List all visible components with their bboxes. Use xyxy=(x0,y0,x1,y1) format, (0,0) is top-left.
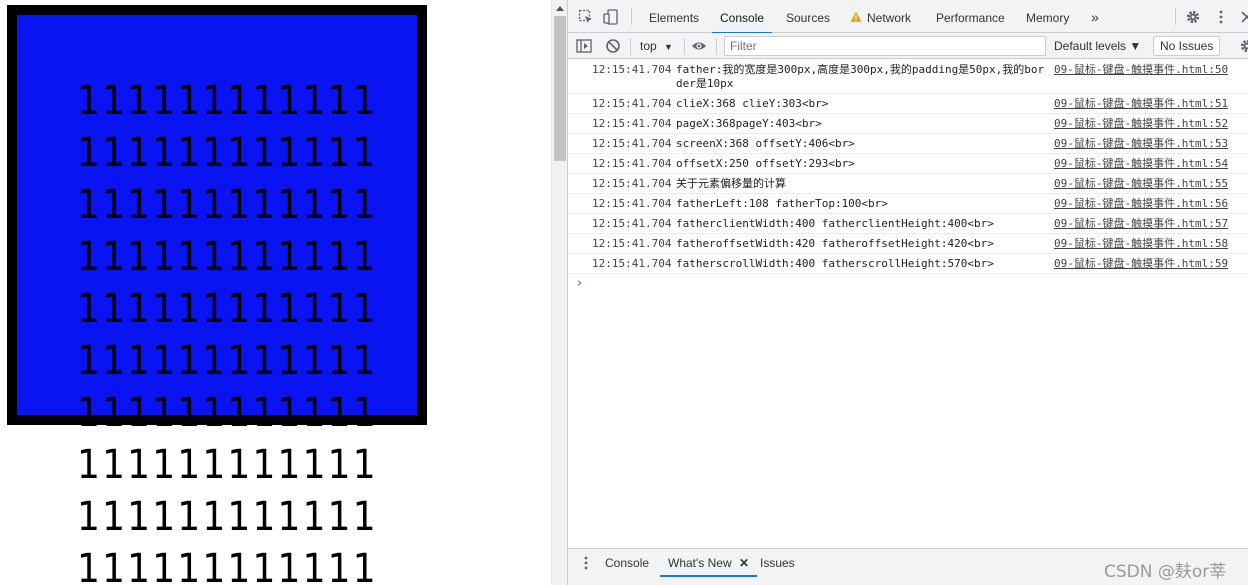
separator xyxy=(630,38,631,55)
text-line: 111111111111 xyxy=(77,286,378,332)
drawer-tab-whats-new[interactable]: What's New ✕ xyxy=(659,549,758,577)
message-text: fatherclientWidth:400 fatherclientHeight… xyxy=(676,217,994,230)
console-message-row: 12:15:41.704 fatheroffsetWidth:420 father… xyxy=(568,234,1248,254)
close-icon[interactable]: ✕ xyxy=(739,556,749,570)
chevron-down-icon: ▼ xyxy=(664,42,673,52)
kebab-menu-icon[interactable] xyxy=(1213,9,1229,25)
filter-input[interactable]: Filter xyxy=(724,36,1046,56)
message-text: fatherscrollWidth:400 fatherscrollHeight… xyxy=(676,257,994,270)
text-line: 111111111111 xyxy=(77,234,378,280)
device-toolbar-icon[interactable] xyxy=(603,9,619,25)
message-text: 关于元素偏移量的计算 xyxy=(676,177,786,190)
separator xyxy=(716,38,717,55)
tab-memory[interactable]: Memory xyxy=(1026,0,1069,33)
message-text: clieX:368 clieY:303<br> xyxy=(676,97,829,110)
drawer-tab-label: What's New xyxy=(668,556,732,570)
console-message-row: 12:15:41.704 father:我的宽度是300px,高度是300px,我… xyxy=(568,60,1248,94)
console-message-row: 12:15:41.704 pageX:368pageY:403<br> 09-鼠标-… xyxy=(568,114,1248,134)
page-scrollbar[interactable] xyxy=(551,0,567,585)
message-text: screenX:368 offsetY:406<br> xyxy=(676,137,855,150)
separator xyxy=(684,38,685,55)
message-text: fatherLeft:108 fatherTop:100<br> xyxy=(676,197,888,210)
devtools-panel: Elements Console Sources Network Perform… xyxy=(567,0,1248,585)
message-timestamp: 12:15:41.704 xyxy=(592,137,672,150)
text-line: 111111111111 xyxy=(77,338,378,384)
log-levels-dropdown[interactable]: Default levels ▼ xyxy=(1054,33,1141,59)
issues-button[interactable]: No Issues xyxy=(1153,36,1221,56)
context-label: top xyxy=(640,39,657,53)
devtools-drawer: Console What's New ✕ Issues CSDN @麸or莘 xyxy=(568,548,1248,585)
console-message-row: 12:15:41.704 fatherscrollWidth:400 father… xyxy=(568,254,1248,274)
text-line: 111111111111 xyxy=(77,182,378,228)
watermark: CSDN @麸or莘 xyxy=(1104,562,1227,582)
drawer-tab-console[interactable]: Console xyxy=(605,549,649,577)
tab-console[interactable]: Console xyxy=(711,0,773,34)
console-message-row: 12:15:41.704 fatherclientWidth:400 father… xyxy=(568,214,1248,234)
console-messages: 12:15:41.704 father:我的宽度是300px,高度是300px,我… xyxy=(568,60,1248,274)
console-message-row: 12:15:41.704 clieX:368 clieY:303<br> 09-鼠标… xyxy=(568,94,1248,114)
tab-sources[interactable]: Sources xyxy=(786,0,830,33)
message-source-link[interactable]: 09-鼠标-键盘-触摸事件.html:53 xyxy=(1054,137,1228,151)
console-message-row: 12:15:41.704 screenX:368 offsetY:406<br> 0… xyxy=(568,134,1248,154)
console-settings-icon[interactable] xyxy=(1239,38,1248,54)
drawer-tab-issues[interactable]: Issues xyxy=(760,549,795,577)
father-box: 111111111111 111111111111 111111111111 1… xyxy=(7,5,427,585)
message-timestamp: 12:15:41.704 xyxy=(592,117,672,130)
message-timestamp: 12:15:41.704 xyxy=(592,177,672,190)
message-source-link[interactable]: 09-鼠标-键盘-触摸事件.html:50 xyxy=(1054,63,1228,77)
console-toolbar: top ▼ Filter Default levels ▼ No Issues xyxy=(568,33,1248,59)
message-source-link[interactable]: 09-鼠标-键盘-触摸事件.html:54 xyxy=(1054,157,1228,171)
context-select[interactable]: top ▼ xyxy=(640,33,673,59)
message-text: offsetX:250 offsetY:293<br> xyxy=(676,157,855,170)
separator xyxy=(631,8,632,25)
tab-network[interactable]: Network xyxy=(867,0,911,33)
text-line: 111111111111 xyxy=(77,442,378,488)
devtools-tabbar: Elements Console Sources Network Perform… xyxy=(568,0,1248,34)
message-source-link[interactable]: 09-鼠标-键盘-触摸事件.html:52 xyxy=(1054,117,1228,131)
message-timestamp: 12:15:41.704 xyxy=(592,257,672,270)
console-message-row: 12:15:41.704 fatherLeft:108 fatherTop:100… xyxy=(568,194,1248,214)
tab-performance[interactable]: Performance xyxy=(936,0,1005,33)
message-source-link[interactable]: 09-鼠标-键盘-触摸事件.html:59 xyxy=(1054,257,1228,271)
message-timestamp: 12:15:41.704 xyxy=(592,197,672,210)
gear-icon[interactable] xyxy=(1185,9,1201,25)
clear-console-icon[interactable] xyxy=(605,38,621,54)
scrollbar-thumb[interactable] xyxy=(554,16,566,161)
message-text: pageX:368pageY:403<br> xyxy=(676,117,822,130)
text-line: 111111111111 xyxy=(77,494,378,540)
message-timestamp: 12:15:41.704 xyxy=(592,157,672,170)
more-tabs-button[interactable]: » xyxy=(1091,0,1099,33)
message-timestamp: 12:15:41.704 xyxy=(592,97,672,110)
text-line: 111111111111 xyxy=(77,130,378,176)
message-timestamp: 12:15:41.704 xyxy=(592,217,672,230)
message-text: father:我的宽度是300px,高度是300px,我的padding是50p… xyxy=(676,63,1045,90)
text-lines: 111111111111 111111111111 111111111111 1… xyxy=(77,75,411,585)
message-source-link[interactable]: 09-鼠标-键盘-触摸事件.html:57 xyxy=(1054,217,1228,231)
message-source-link[interactable]: 09-鼠标-键盘-触摸事件.html:56 xyxy=(1054,197,1228,211)
message-timestamp: 12:15:41.704 xyxy=(592,63,672,76)
message-timestamp: 12:15:41.704 xyxy=(592,237,672,250)
console-prompt[interactable]: › xyxy=(577,276,582,291)
tab-elements[interactable]: Elements xyxy=(649,0,699,33)
close-icon[interactable] xyxy=(1239,9,1248,25)
scroll-up-arrow-icon[interactable] xyxy=(556,6,564,11)
console-message-row: 12:15:41.704 关于元素偏移量的计算 09-鼠标-键盘-触摸事件.html… xyxy=(568,174,1248,194)
console-output: 12:15:41.704 father:我的宽度是300px,高度是300px,我… xyxy=(568,60,1248,548)
eye-icon[interactable] xyxy=(691,38,707,54)
separator xyxy=(1175,8,1176,25)
message-source-link[interactable]: 09-鼠标-键盘-触摸事件.html:58 xyxy=(1054,237,1228,251)
warning-icon xyxy=(850,11,862,22)
page-viewport: 111111111111 111111111111 111111111111 1… xyxy=(0,0,551,585)
text-line: 111111111111 xyxy=(77,546,378,585)
message-text: fatheroffsetWidth:420 fatheroffsetHeight… xyxy=(676,237,994,250)
message-source-link[interactable]: 09-鼠标-键盘-触摸事件.html:51 xyxy=(1054,97,1228,111)
console-message-row: 12:15:41.704 offsetX:250 offsetY:293<br> 0… xyxy=(568,154,1248,174)
sidebar-toggle-icon[interactable] xyxy=(576,38,592,54)
drawer-menu-icon[interactable] xyxy=(578,555,594,571)
message-source-link[interactable]: 09-鼠标-键盘-触摸事件.html:55 xyxy=(1054,177,1228,191)
inspect-element-icon[interactable] xyxy=(578,9,594,25)
text-line: 111111111111 xyxy=(77,390,378,436)
text-line: 111111111111 xyxy=(77,78,378,124)
